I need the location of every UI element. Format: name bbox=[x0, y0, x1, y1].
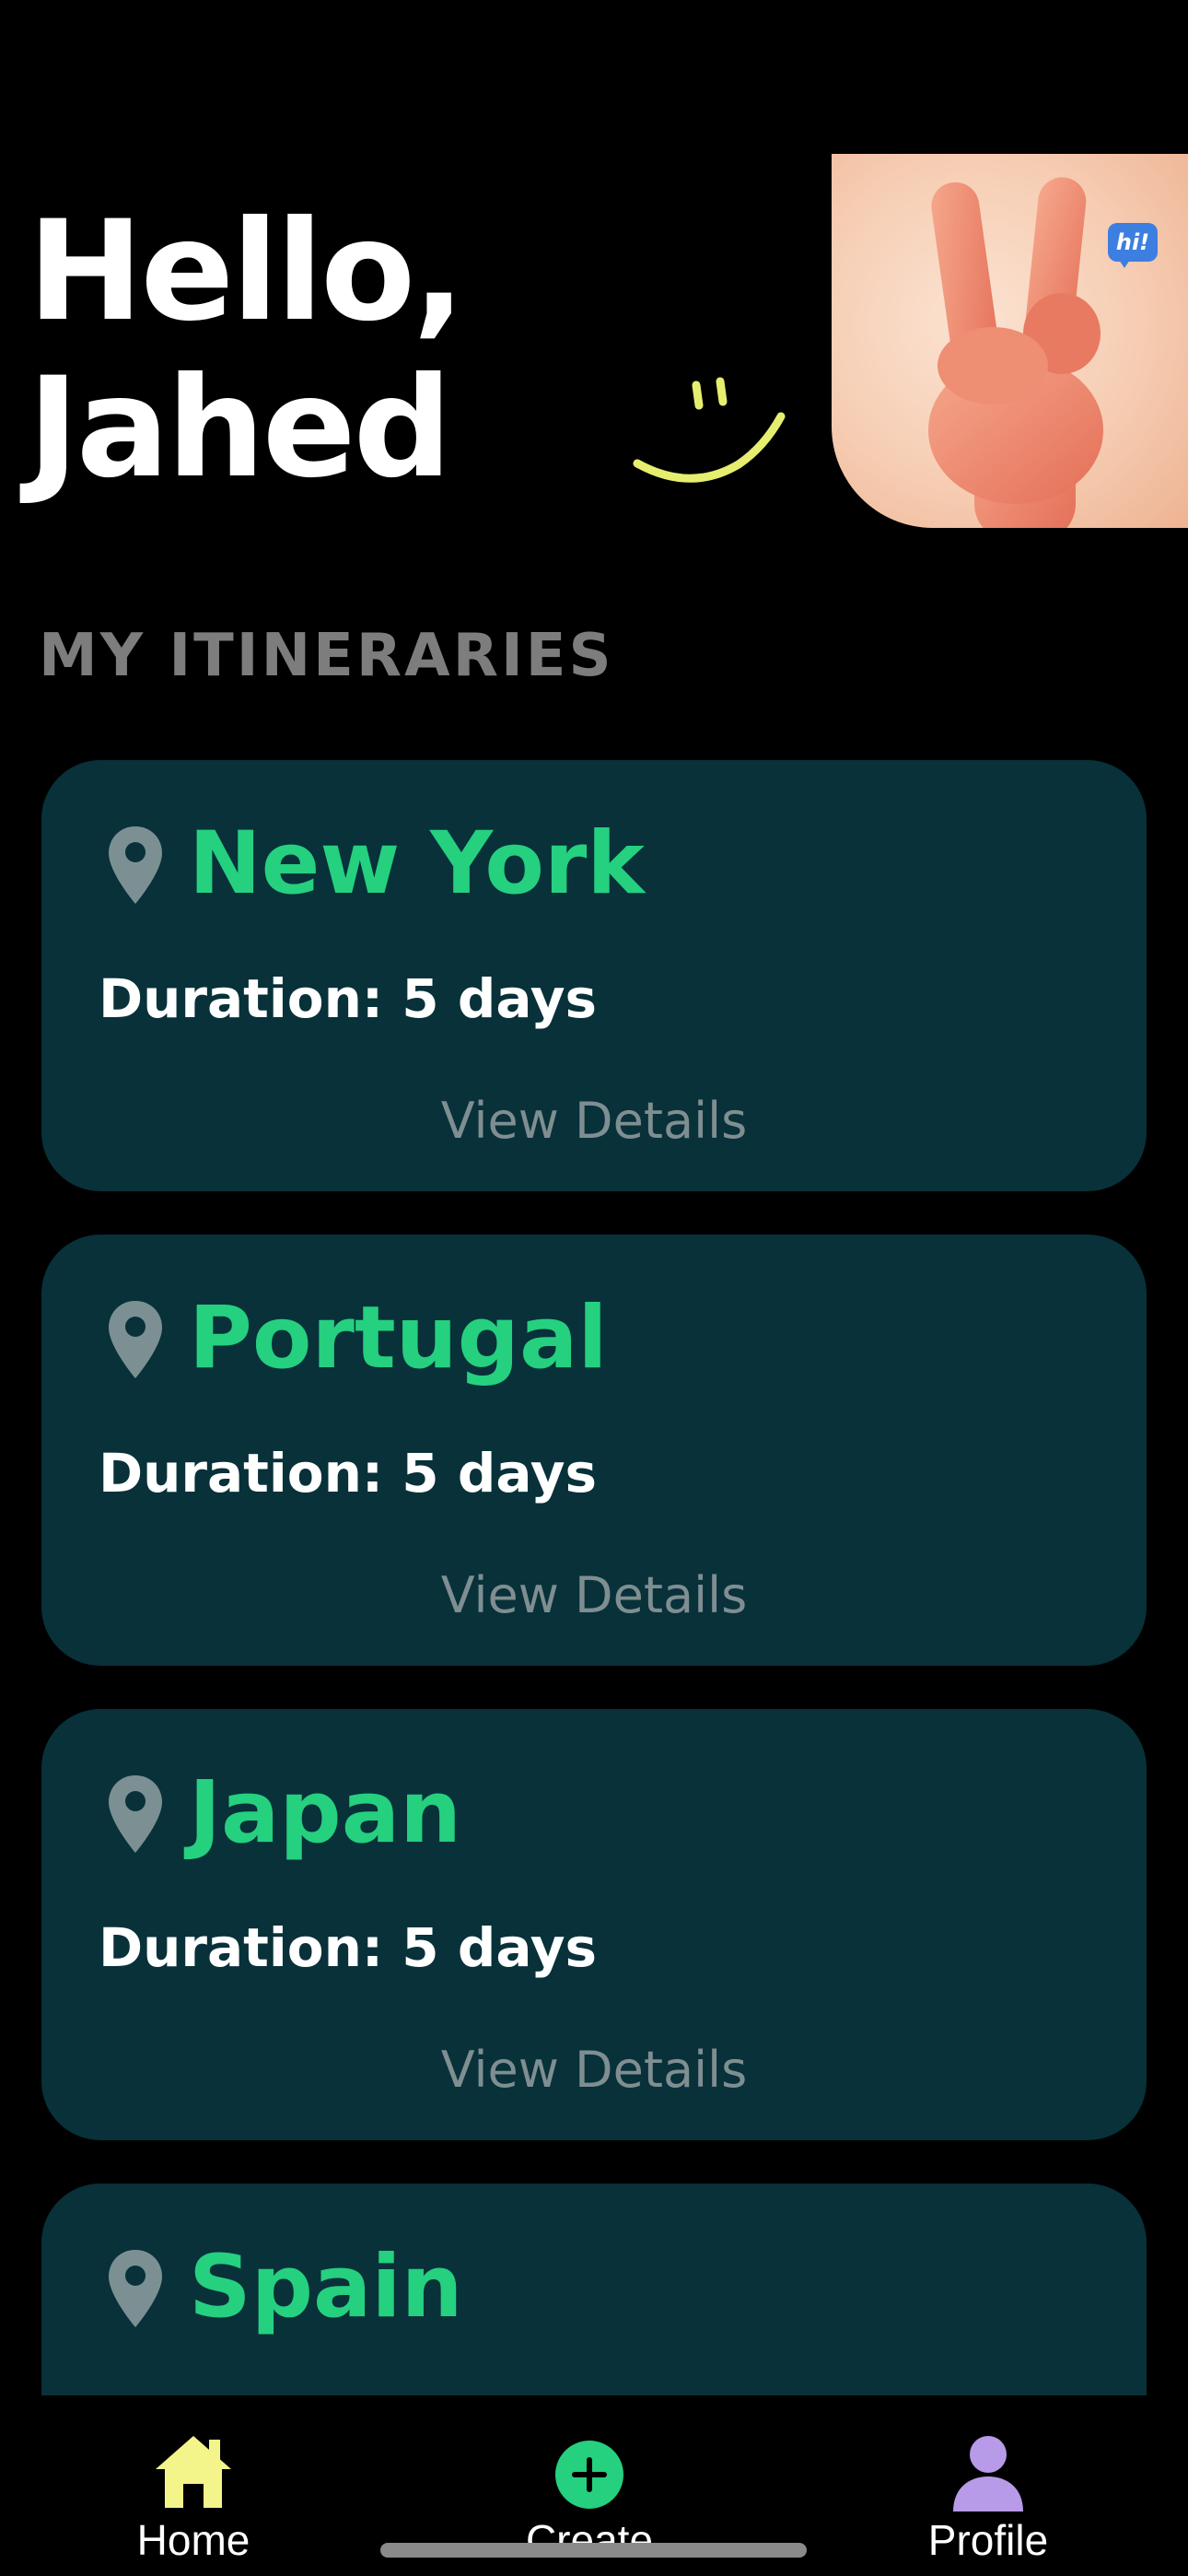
location-pin-icon bbox=[109, 1775, 162, 1853]
itinerary-duration: Duration: 5 days bbox=[99, 1916, 598, 1979]
speech-badge-tail bbox=[1117, 257, 1132, 268]
tab-home-label: Home bbox=[136, 2516, 250, 2564]
section-title: MY ITINERARIES bbox=[39, 622, 614, 690]
tab-profile[interactable]: Profile bbox=[868, 2395, 1108, 2576]
itinerary-card[interactable]: Portugal Duration: 5 days View Details bbox=[41, 1235, 1147, 1666]
location-pin-icon bbox=[109, 826, 162, 904]
view-details-button[interactable]: View Details bbox=[41, 1566, 1147, 1624]
home-icon bbox=[156, 2436, 231, 2508]
hi-speech-badge: hi! bbox=[1108, 223, 1158, 262]
location-pin-icon bbox=[109, 1301, 162, 1378]
greeting-name: Jahed bbox=[28, 348, 452, 509]
tab-profile-label: Profile bbox=[927, 2516, 1049, 2564]
itinerary-duration: Duration: 5 days bbox=[99, 967, 598, 1030]
person-icon bbox=[953, 2436, 1023, 2512]
itinerary-city: New York bbox=[189, 814, 645, 914]
tab-home[interactable]: Home bbox=[74, 2395, 313, 2576]
itinerary-duration: Duration: 5 days bbox=[99, 1442, 598, 1505]
view-details-button[interactable]: View Details bbox=[41, 1092, 1147, 1150]
location-pin-icon bbox=[109, 2250, 162, 2327]
hi-badge-text: hi! bbox=[1115, 229, 1150, 255]
itinerary-city: Spain bbox=[189, 2237, 463, 2337]
smiley-doodle-icon bbox=[633, 377, 786, 483]
peace-sign-hand-illustration: hi! bbox=[832, 154, 1188, 528]
peace-hand-icon bbox=[928, 177, 1103, 528]
greeting-line-1: Hello, bbox=[28, 192, 465, 352]
itinerary-city: Portugal bbox=[189, 1288, 608, 1388]
view-details-button[interactable]: View Details bbox=[41, 2041, 1147, 2099]
home-indicator[interactable] bbox=[380, 2543, 807, 2558]
itinerary-card[interactable]: Japan Duration: 5 days View Details bbox=[41, 1709, 1147, 2140]
greeting-heading: Hello, Jahed bbox=[28, 192, 465, 509]
plus-circle-icon bbox=[555, 2441, 623, 2509]
itinerary-card[interactable]: New York Duration: 5 days View Details bbox=[41, 760, 1147, 1191]
itinerary-city: Japan bbox=[189, 1762, 462, 1863]
